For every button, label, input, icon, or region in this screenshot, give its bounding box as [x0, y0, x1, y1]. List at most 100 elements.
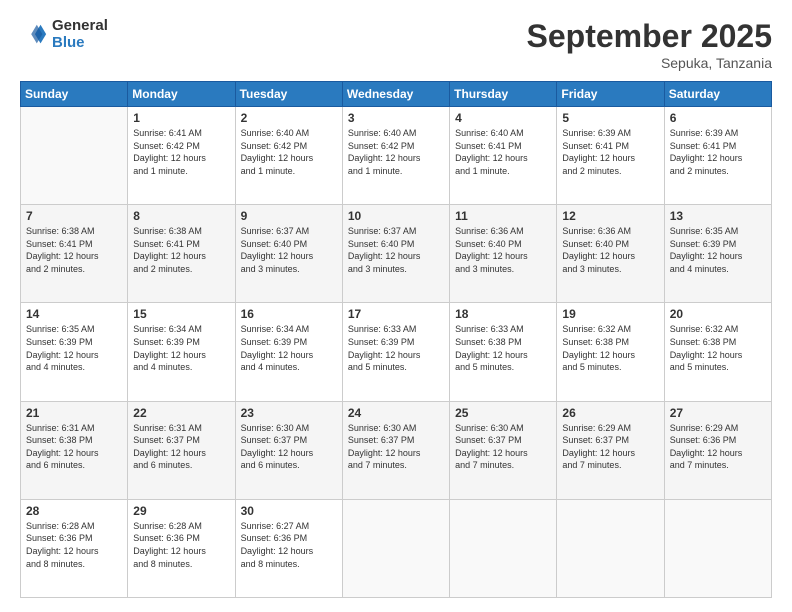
calendar-cell: 10Sunrise: 6:37 AM Sunset: 6:40 PM Dayli… [342, 205, 449, 303]
col-tuesday: Tuesday [235, 82, 342, 107]
day-number: 5 [562, 111, 659, 125]
day-info: Sunrise: 6:28 AM Sunset: 6:36 PM Dayligh… [133, 520, 230, 570]
day-info: Sunrise: 6:39 AM Sunset: 6:41 PM Dayligh… [562, 127, 659, 177]
calendar-cell: 17 Sunrise: 6:33 AM Sunset: 6:39 PM Dayli… [342, 303, 449, 401]
day-number: 7 [26, 209, 123, 223]
page: General Blue September 2025 Sepuka, Tanz… [0, 0, 792, 612]
col-friday: Friday [557, 82, 664, 107]
month-title: September 2025 [527, 18, 772, 55]
calendar-cell: 30Sunrise: 6:27 AM Sunset: 6:36 PM Dayli… [235, 499, 342, 597]
calendar-week-2: 14 Sunrise: 6:35 AM Sunset: 6:39 PM Dayli… [21, 303, 772, 401]
location-subtitle: Sepuka, Tanzania [527, 55, 772, 71]
day-number: 6 [670, 111, 767, 125]
day-number: 26 [562, 406, 659, 420]
calendar-cell: 16Sunrise: 6:34 AM Sunset: 6:39 PM Dayli… [235, 303, 342, 401]
day-info: Sunrise: 6:38 AM Sunset: 6:41 PM Dayligh… [26, 225, 123, 275]
calendar-week-3: 21 Sunrise: 6:31 AM Sunset: 6:38 PM Dayli… [21, 401, 772, 499]
day-number: 16 [241, 307, 338, 321]
day-number: 1 [133, 111, 230, 125]
calendar-cell: 12Sunrise: 6:36 AM Sunset: 6:40 PM Dayli… [557, 205, 664, 303]
day-number: 18 [455, 307, 552, 321]
day-info: Sunrise: 6:40 AM Sunset: 6:41 PM Dayligh… [455, 127, 552, 177]
calendar-cell: 18 Sunrise: 6:33 AM Sunset: 6:38 PM Dayli… [450, 303, 557, 401]
day-number: 9 [241, 209, 338, 223]
day-info: Sunrise: 6:27 AM Sunset: 6:36 PM Dayligh… [241, 520, 338, 570]
calendar-cell: 22 Sunrise: 6:31 AM Sunset: 6:37 PM Dayli… [128, 401, 235, 499]
calendar-cell: 2Sunrise: 6:40 AM Sunset: 6:42 PM Daylig… [235, 107, 342, 205]
calendar-cell: 19Sunrise: 6:32 AM Sunset: 6:38 PM Dayli… [557, 303, 664, 401]
logo-icon [20, 21, 48, 49]
calendar-cell: 6 Sunrise: 6:39 AM Sunset: 6:41 PM Daylig… [664, 107, 771, 205]
day-info: Sunrise: 6:35 AM Sunset: 6:39 PM Dayligh… [670, 225, 767, 275]
calendar-cell: 7 Sunrise: 6:38 AM Sunset: 6:41 PM Daylig… [21, 205, 128, 303]
day-info: Sunrise: 6:37 AM Sunset: 6:40 PM Dayligh… [241, 225, 338, 275]
calendar-table: Sunday Monday Tuesday Wednesday Thursday… [20, 81, 772, 598]
calendar-cell: 15Sunrise: 6:34 AM Sunset: 6:39 PM Dayli… [128, 303, 235, 401]
day-number: 14 [26, 307, 123, 321]
calendar-cell: 5 Sunrise: 6:39 AM Sunset: 6:41 PM Daylig… [557, 107, 664, 205]
calendar-cell [21, 107, 128, 205]
day-info: Sunrise: 6:38 AM Sunset: 6:41 PM Dayligh… [133, 225, 230, 275]
day-number: 11 [455, 209, 552, 223]
calendar-cell: 3 Sunrise: 6:40 AM Sunset: 6:42 PM Daylig… [342, 107, 449, 205]
day-info: Sunrise: 6:32 AM Sunset: 6:38 PM Dayligh… [562, 323, 659, 373]
day-info: Sunrise: 6:29 AM Sunset: 6:37 PM Dayligh… [562, 422, 659, 472]
day-info: Sunrise: 6:36 AM Sunset: 6:40 PM Dayligh… [455, 225, 552, 275]
day-number: 21 [26, 406, 123, 420]
calendar-cell [450, 499, 557, 597]
day-info: Sunrise: 6:33 AM Sunset: 6:38 PM Dayligh… [455, 323, 552, 373]
col-saturday: Saturday [664, 82, 771, 107]
calendar-cell [664, 499, 771, 597]
calendar-week-1: 7 Sunrise: 6:38 AM Sunset: 6:41 PM Daylig… [21, 205, 772, 303]
day-info: Sunrise: 6:31 AM Sunset: 6:38 PM Dayligh… [26, 422, 123, 472]
calendar-cell: 1 Sunrise: 6:41 AM Sunset: 6:42 PM Daylig… [128, 107, 235, 205]
day-info: Sunrise: 6:35 AM Sunset: 6:39 PM Dayligh… [26, 323, 123, 373]
calendar-cell: 26 Sunrise: 6:29 AM Sunset: 6:37 PM Dayli… [557, 401, 664, 499]
day-number: 17 [348, 307, 445, 321]
logo: General Blue [20, 18, 108, 51]
calendar-cell [557, 499, 664, 597]
calendar-cell: 20 Sunrise: 6:32 AM Sunset: 6:38 PM Dayli… [664, 303, 771, 401]
day-number: 22 [133, 406, 230, 420]
day-number: 28 [26, 504, 123, 518]
calendar-header-row: Sunday Monday Tuesday Wednesday Thursday… [21, 82, 772, 107]
logo-blue-text: Blue [52, 35, 108, 52]
day-info: Sunrise: 6:36 AM Sunset: 6:40 PM Dayligh… [562, 225, 659, 275]
day-info: Sunrise: 6:31 AM Sunset: 6:37 PM Dayligh… [133, 422, 230, 472]
day-number: 8 [133, 209, 230, 223]
day-info: Sunrise: 6:32 AM Sunset: 6:38 PM Dayligh… [670, 323, 767, 373]
calendar-cell: 4 Sunrise: 6:40 AM Sunset: 6:41 PM Daylig… [450, 107, 557, 205]
logo-text: General Blue [52, 18, 108, 51]
calendar-week-0: 1 Sunrise: 6:41 AM Sunset: 6:42 PM Daylig… [21, 107, 772, 205]
header: General Blue September 2025 Sepuka, Tanz… [20, 18, 772, 71]
calendar-cell: 27Sunrise: 6:29 AM Sunset: 6:36 PM Dayli… [664, 401, 771, 499]
day-info: Sunrise: 6:30 AM Sunset: 6:37 PM Dayligh… [455, 422, 552, 472]
calendar-cell: 21 Sunrise: 6:31 AM Sunset: 6:38 PM Dayli… [21, 401, 128, 499]
col-thursday: Thursday [450, 82, 557, 107]
calendar-cell: 9 Sunrise: 6:37 AM Sunset: 6:40 PM Daylig… [235, 205, 342, 303]
logo-general-text: General [52, 18, 108, 35]
day-number: 13 [670, 209, 767, 223]
day-number: 25 [455, 406, 552, 420]
calendar-week-4: 28 Sunrise: 6:28 AM Sunset: 6:36 PM Dayli… [21, 499, 772, 597]
day-info: Sunrise: 6:41 AM Sunset: 6:42 PM Dayligh… [133, 127, 230, 177]
col-monday: Monday [128, 82, 235, 107]
day-info: Sunrise: 6:34 AM Sunset: 6:39 PM Dayligh… [133, 323, 230, 373]
day-info: Sunrise: 6:39 AM Sunset: 6:41 PM Dayligh… [670, 127, 767, 177]
title-block: September 2025 Sepuka, Tanzania [527, 18, 772, 71]
calendar-cell: 25 Sunrise: 6:30 AM Sunset: 6:37 PM Dayli… [450, 401, 557, 499]
calendar-cell: 24Sunrise: 6:30 AM Sunset: 6:37 PM Dayli… [342, 401, 449, 499]
day-info: Sunrise: 6:40 AM Sunset: 6:42 PM Dayligh… [241, 127, 338, 177]
calendar-cell: 23Sunrise: 6:30 AM Sunset: 6:37 PM Dayli… [235, 401, 342, 499]
day-info: Sunrise: 6:33 AM Sunset: 6:39 PM Dayligh… [348, 323, 445, 373]
calendar-cell: 28Sunrise: 6:28 AM Sunset: 6:36 PM Dayli… [21, 499, 128, 597]
col-wednesday: Wednesday [342, 82, 449, 107]
day-info: Sunrise: 6:40 AM Sunset: 6:42 PM Dayligh… [348, 127, 445, 177]
day-number: 4 [455, 111, 552, 125]
calendar-cell: 14 Sunrise: 6:35 AM Sunset: 6:39 PM Dayli… [21, 303, 128, 401]
calendar-cell: 8 Sunrise: 6:38 AM Sunset: 6:41 PM Daylig… [128, 205, 235, 303]
day-number: 20 [670, 307, 767, 321]
day-number: 10 [348, 209, 445, 223]
col-sunday: Sunday [21, 82, 128, 107]
day-number: 3 [348, 111, 445, 125]
